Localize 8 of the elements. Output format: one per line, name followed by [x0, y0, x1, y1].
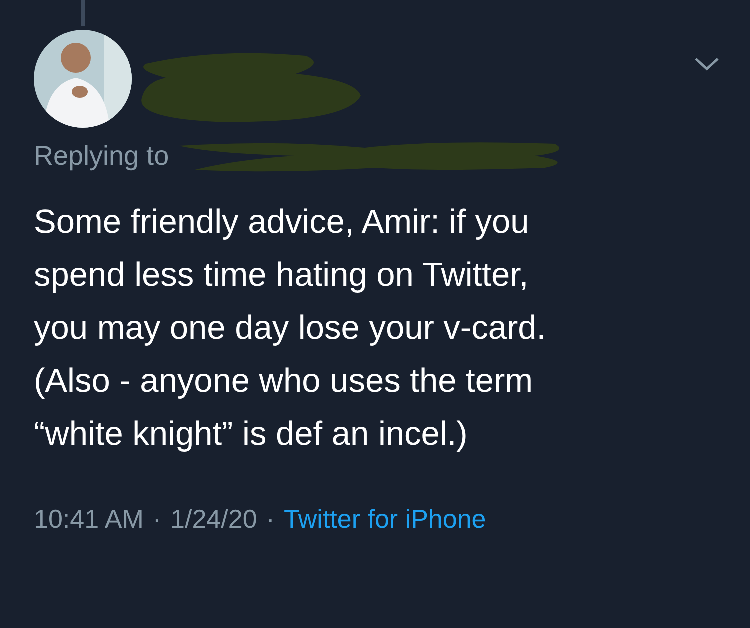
tweet-date: 1/24/20 [170, 504, 258, 535]
tweet-time: 10:41 AM [34, 504, 144, 535]
replying-label: Replying to [34, 140, 170, 172]
separator-dot: · [152, 504, 162, 535]
chevron-down-icon[interactable] [694, 56, 720, 72]
separator-dot: · [266, 504, 275, 535]
tweet-text: Some friendly advice, Amir: if you spend less time hating on Twitter, you may one day lose your v-card. (Also - anyone who uses the term “white knight” is def an incel.) [33, 203, 548, 455]
source-link[interactable]: Twitter for iPhone [284, 504, 486, 535]
